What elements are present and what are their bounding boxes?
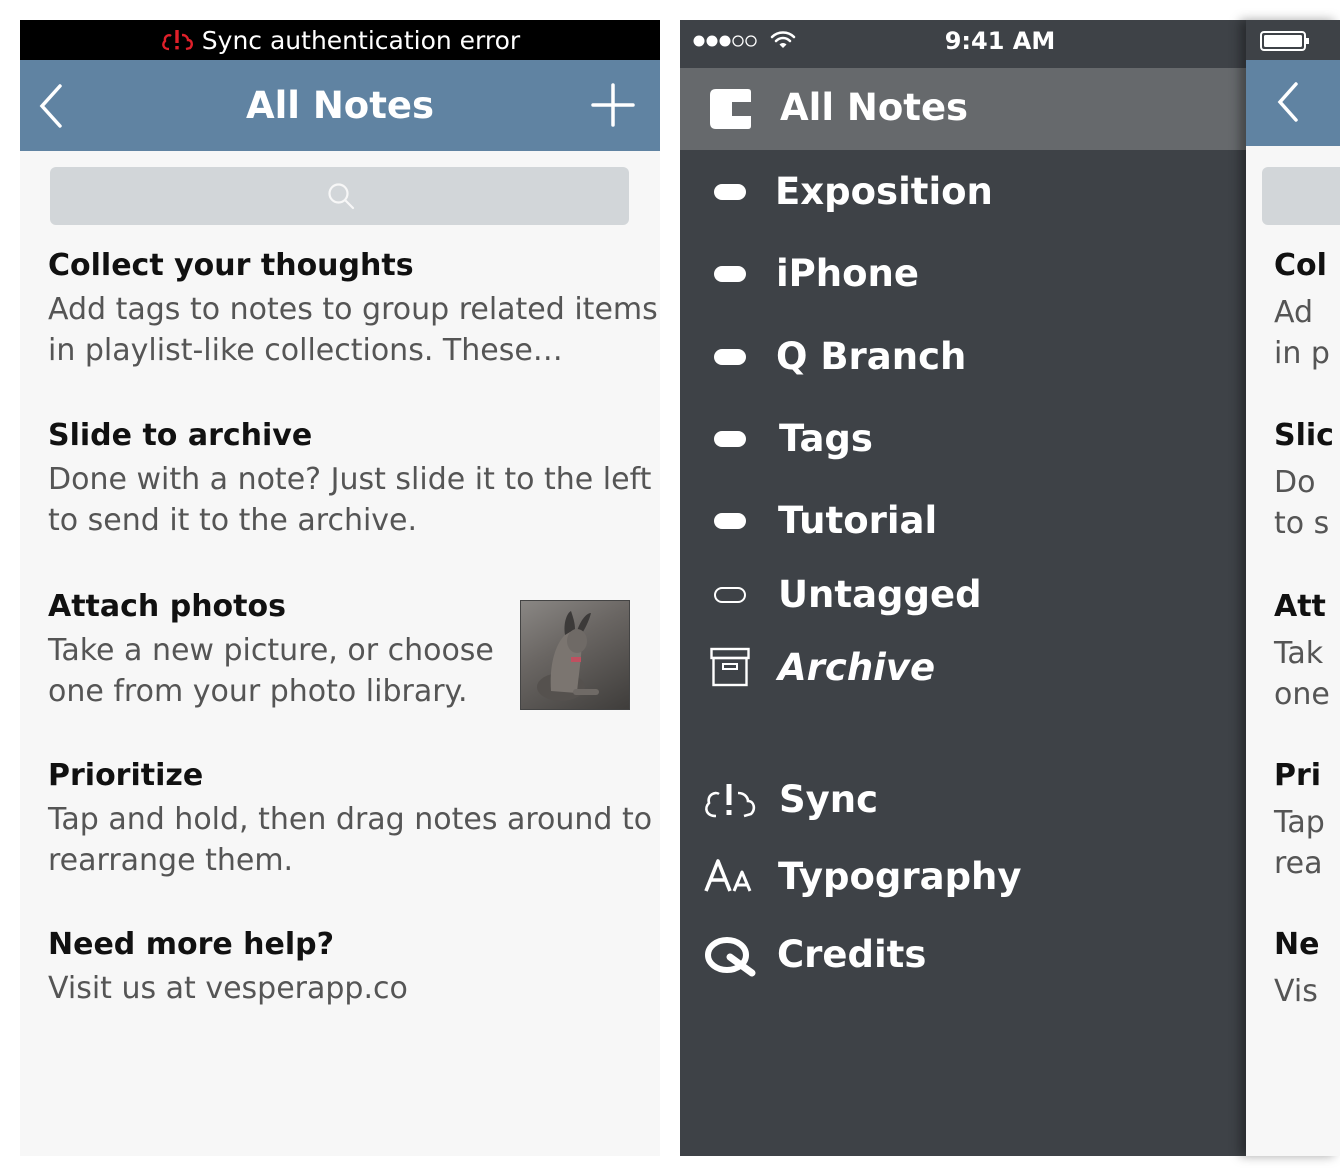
plus-icon[interactable] bbox=[590, 82, 636, 128]
nav-bar: All Notes bbox=[20, 60, 660, 151]
note-preview-line: Take a new picture, or choose bbox=[48, 633, 494, 668]
sidebar-menu: 9:41 AM All Notes Exposition iPhone Q Br… bbox=[680, 20, 1246, 1156]
note-preview-line: Tap bbox=[1274, 805, 1325, 840]
sync-error-banner[interactable]: Sync authentication error bbox=[20, 20, 660, 60]
q-logo-icon bbox=[705, 937, 756, 977]
note-preview-line: in playlist-like collections. These… bbox=[48, 333, 563, 368]
cloud-alert-icon bbox=[161, 30, 193, 51]
note-preview-line: Vis bbox=[1274, 974, 1318, 1009]
tag-icon bbox=[714, 513, 746, 529]
note-preview-line: to send it to the archive. bbox=[48, 503, 418, 538]
note-preview-line: Done with a note? Just slide it to the l… bbox=[48, 462, 652, 497]
menu-item-label: Credits bbox=[777, 933, 927, 976]
list-item[interactable]: Slide to archive Done with a note? Just … bbox=[48, 418, 651, 541]
note-title: Collect your thoughts bbox=[48, 248, 414, 283]
menu-item-label: Typography bbox=[778, 855, 1022, 898]
notes-list-peek[interactable]: Col Ad in p Slic Do to s Att Tak one Pri… bbox=[1246, 20, 1340, 1156]
note-title: Need more help? bbox=[48, 927, 335, 962]
menu-item-untagged[interactable]: Untagged bbox=[680, 565, 1246, 625]
menu-item-all-notes[interactable]: All Notes bbox=[680, 68, 1246, 150]
menu-item-tag[interactable]: Q Branch bbox=[680, 327, 1246, 387]
note-title: Pri bbox=[1274, 758, 1322, 793]
nav-bar bbox=[1246, 60, 1340, 146]
note-preview-line: one from your photo library. bbox=[48, 674, 468, 709]
note-title: Att bbox=[1274, 589, 1326, 624]
archive-box-icon bbox=[710, 647, 750, 687]
tag-outline-icon bbox=[714, 587, 746, 603]
menu-item-label: Exposition bbox=[775, 170, 993, 213]
note-preview-line: Ad bbox=[1274, 295, 1314, 330]
note-photo-thumbnail[interactable] bbox=[520, 600, 630, 710]
menu-item-tag[interactable]: Tags bbox=[680, 409, 1246, 469]
status-time: 9:41 AM bbox=[944, 27, 1056, 55]
menu-item-label: Archive bbox=[778, 646, 936, 689]
menu-item-label: Tutorial bbox=[778, 499, 938, 542]
note-preview-line: Tak bbox=[1274, 636, 1324, 671]
menu-item-typography[interactable]: Typography bbox=[680, 847, 1246, 909]
note-preview-line: rearrange them. bbox=[48, 843, 294, 878]
menu-item-label: Untagged bbox=[778, 573, 982, 616]
note-title: Attach photos bbox=[48, 589, 286, 624]
notes-list-screen: Sync authentication error All Notes Coll… bbox=[20, 20, 660, 1156]
note-preview-line: one bbox=[1274, 677, 1330, 712]
search-field[interactable] bbox=[1262, 167, 1340, 225]
tag-icon bbox=[714, 431, 746, 447]
list-item[interactable]: Need more help? Visit us at vesperapp.co bbox=[48, 927, 408, 1009]
menu-item-label: Sync bbox=[779, 778, 879, 821]
menu-item-tag[interactable]: iPhone bbox=[680, 244, 1246, 304]
chevron-left-icon[interactable] bbox=[1272, 78, 1306, 128]
sync-error-text: Sync authentication error bbox=[201, 25, 521, 55]
notes-icon bbox=[710, 89, 751, 129]
menu-item-archive[interactable]: Archive bbox=[680, 638, 1246, 700]
note-preview-line: Do bbox=[1274, 465, 1316, 500]
menu-item-sync[interactable]: Sync bbox=[680, 770, 1246, 832]
page-title: All Notes bbox=[245, 84, 435, 127]
list-item[interactable]: Prioritize Tap and hold, then drag notes… bbox=[48, 758, 652, 881]
note-title: Prioritize bbox=[48, 758, 204, 793]
list-item[interactable]: Attach photos Take a new picture, or cho… bbox=[48, 589, 494, 712]
menu-item-label: Q Branch bbox=[776, 335, 967, 378]
menu-item-tag[interactable]: Exposition bbox=[680, 162, 1246, 222]
tag-icon bbox=[714, 184, 746, 200]
menu-item-label: All Notes bbox=[780, 86, 969, 129]
dog-photo-icon bbox=[537, 611, 599, 701]
menu-item-label: Tags bbox=[779, 417, 873, 460]
note-preview-line: to s bbox=[1274, 506, 1330, 541]
font-size-icon bbox=[704, 859, 752, 892]
note-title: Ne bbox=[1274, 927, 1320, 962]
note-preview-line: Add tags to notes to group related items bbox=[48, 292, 658, 327]
note-title: Col bbox=[1274, 248, 1327, 283]
menu-item-tag[interactable]: Tutorial bbox=[680, 491, 1246, 551]
note-title: Slic bbox=[1274, 418, 1334, 453]
chevron-left-icon[interactable] bbox=[32, 80, 72, 132]
list-item[interactable]: Collect your thoughts Add tags to notes … bbox=[48, 248, 658, 371]
cloud-alert-icon bbox=[705, 784, 756, 818]
search-icon bbox=[328, 183, 355, 210]
note-preview-line: Tap and hold, then drag notes around to bbox=[48, 802, 653, 837]
note-preview-line: rea bbox=[1274, 846, 1323, 881]
note-title: Slide to archive bbox=[48, 418, 313, 453]
note-preview-line: in p bbox=[1274, 336, 1330, 371]
note-preview-line: Visit us at vesperapp.co bbox=[48, 971, 408, 1006]
tag-icon bbox=[714, 266, 746, 282]
tag-icon bbox=[714, 349, 746, 365]
status-bar bbox=[1246, 20, 1340, 60]
search-field[interactable] bbox=[50, 167, 629, 225]
menu-item-label: iPhone bbox=[776, 252, 919, 295]
menu-item-credits[interactable]: Credits bbox=[680, 925, 1246, 987]
battery-icon bbox=[1260, 31, 1309, 51]
